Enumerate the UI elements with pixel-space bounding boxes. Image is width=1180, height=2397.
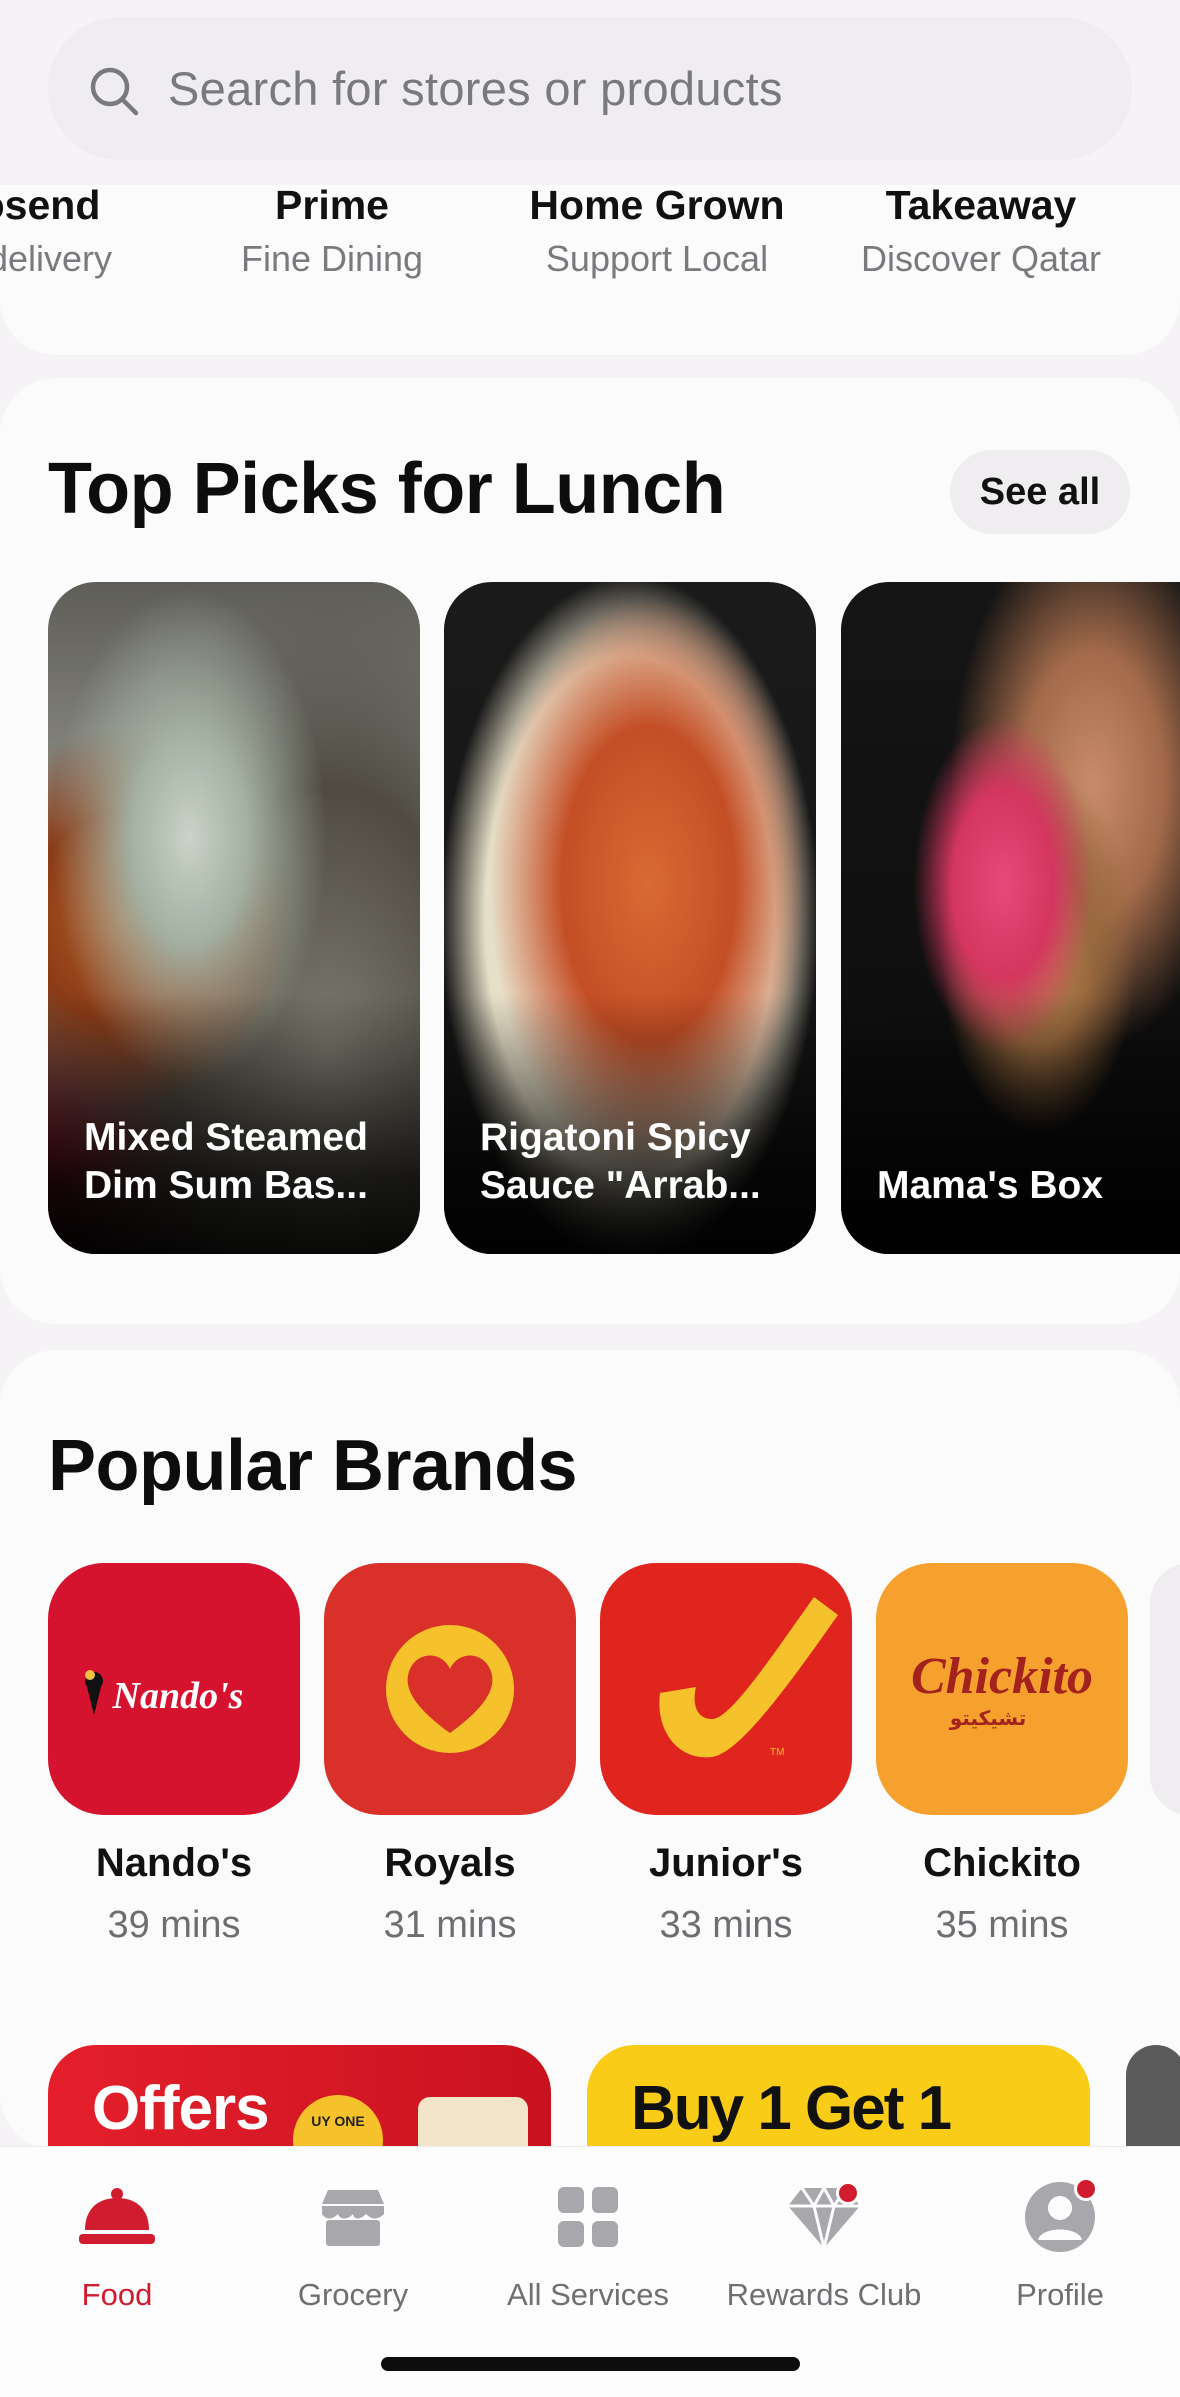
chickito-logo: Chickito تشيكيتو bbox=[911, 1648, 1093, 1730]
pick-caption: Mama's Box bbox=[877, 1164, 1104, 1207]
store-icon bbox=[322, 2190, 384, 2246]
svg-text:TM: TM bbox=[770, 1747, 784, 1758]
category-item[interactable]: osend t delivery bbox=[0, 185, 112, 277]
search-bar[interactable]: Search for stores or products bbox=[48, 17, 1132, 160]
pick-card[interactable]: Mama's Box bbox=[841, 582, 1180, 1254]
brand-name: Junior's bbox=[649, 1841, 803, 1885]
svg-text:تشيكيتو: تشيكيتو bbox=[949, 1706, 1027, 1730]
brand-card[interactable]: TM Junior's 33 mins bbox=[600, 1563, 852, 1945]
search-input[interactable]: Search for stores or products bbox=[168, 61, 783, 116]
section-title: Top Picks for Lunch bbox=[48, 449, 726, 529]
brand-time: 35 mins bbox=[935, 1904, 1069, 1946]
brand-logo bbox=[324, 1563, 576, 1815]
brand-name: Royals bbox=[384, 1841, 516, 1885]
category-item[interactable]: Takeaway Discover Qatar bbox=[861, 185, 1101, 277]
brand-card[interactable]: Chickito تشيكيتو Chickito 35 mins bbox=[876, 1563, 1128, 1945]
brand-time: 39 mins bbox=[107, 1904, 241, 1946]
brand-time: 33 mins bbox=[659, 1904, 793, 1946]
brand-time: 31 mins bbox=[383, 1904, 517, 1946]
pick-card[interactable]: Mixed Steamed Dim Sum Bas... bbox=[48, 582, 420, 1254]
check-logo-icon: TM bbox=[659, 1597, 838, 1758]
brand-name: Nando's bbox=[95, 1841, 253, 1885]
search-icon bbox=[90, 67, 139, 116]
nav-all-services[interactable]: All Services bbox=[478, 2177, 698, 2313]
brand-logo: TM bbox=[600, 1563, 852, 1815]
svg-text:Nando's: Nando's bbox=[112, 1675, 244, 1717]
nandos-logo: Nando's bbox=[85, 1670, 244, 1717]
notification-dot bbox=[836, 2181, 860, 2205]
category-strip: osend t delivery Prime Fine Dining Home … bbox=[0, 185, 1180, 355]
svg-text:Chickito: Chickito bbox=[911, 1648, 1093, 1705]
nav-food[interactable]: Food bbox=[7, 2177, 227, 2313]
heart-logo-icon bbox=[386, 1625, 514, 1753]
brand-logo: Nando's bbox=[48, 1563, 300, 1815]
grid-icon bbox=[558, 2187, 618, 2247]
category-item[interactable]: Home Grown Support Local bbox=[529, 185, 784, 277]
nav-grocery[interactable]: Grocery bbox=[243, 2177, 463, 2313]
nav-profile[interactable]: Profile bbox=[950, 2177, 1170, 2313]
notification-dot bbox=[1074, 2177, 1098, 2201]
brand-name: Chickito bbox=[923, 1841, 1081, 1885]
food-cloche-icon bbox=[79, 2188, 155, 2244]
pick-caption: Mixed Steamed Dim Sum Bas... bbox=[84, 1116, 368, 1207]
promo-title: Buy 1 Get 1 bbox=[631, 2074, 952, 2143]
pick-caption: Rigatoni Spicy Sauce "Arrab... bbox=[480, 1116, 761, 1207]
brand-card[interactable]: Nando's Nando's 39 mins bbox=[48, 1563, 300, 1945]
see-all-button[interactable]: See all bbox=[950, 450, 1130, 534]
section-title: Popular Brands bbox=[48, 1426, 578, 1506]
nav-rewards-club[interactable]: Rewards Club bbox=[714, 2177, 934, 2313]
promo-title: Offers bbox=[92, 2074, 270, 2143]
brand-logo: Chickito تشيكيتو bbox=[876, 1563, 1128, 1815]
brand-card-partial[interactable] bbox=[1150, 1563, 1180, 1815]
brand-card[interactable]: Royals 31 mins bbox=[324, 1563, 576, 1945]
pick-card[interactable]: Rigatoni Spicy Sauce "Arrab... bbox=[444, 582, 816, 1254]
home-indicator[interactable] bbox=[381, 2357, 800, 2371]
category-item[interactable]: Prime Fine Dining bbox=[241, 185, 423, 277]
